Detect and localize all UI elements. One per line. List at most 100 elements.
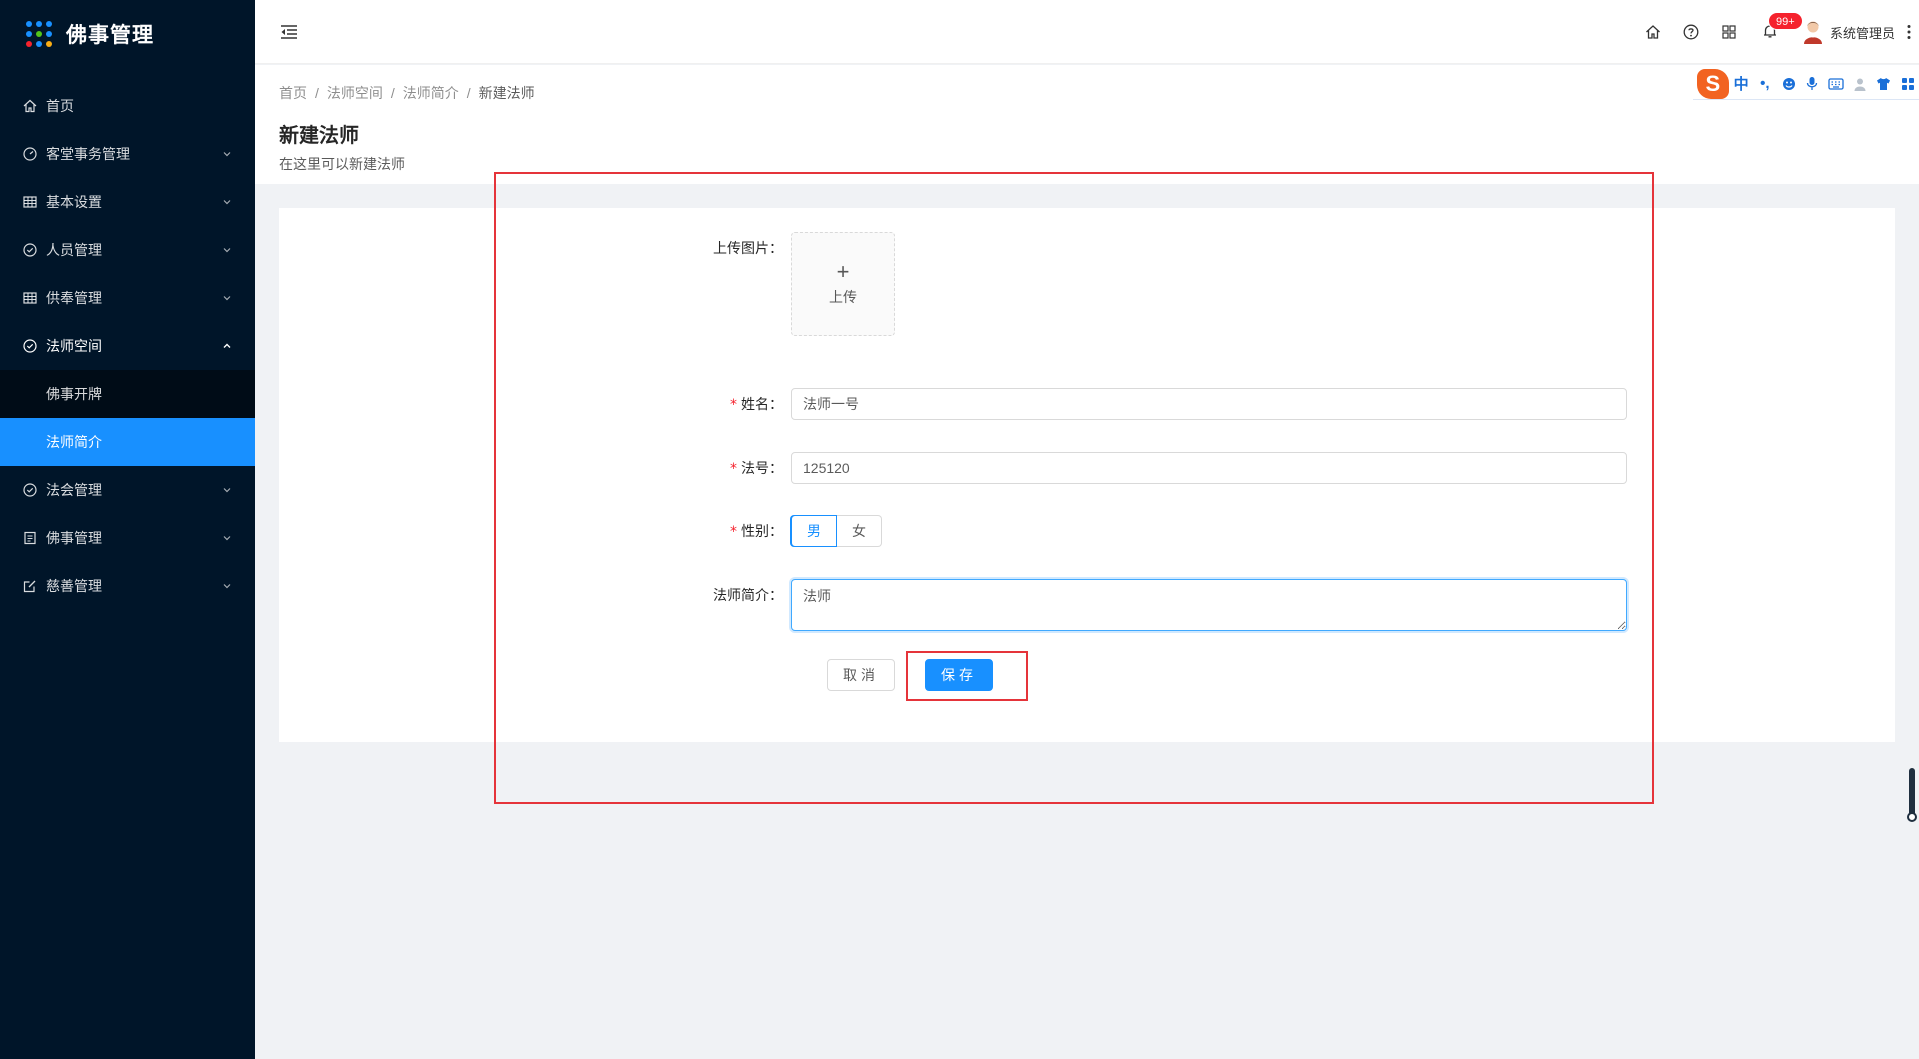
intro-label: 法师简介： <box>713 587 783 603</box>
sidebar-item-offerings[interactable]: 供奉管理 <box>0 274 255 322</box>
sidebar-subitem-master-intro[interactable]: 法师简介 <box>0 418 255 466</box>
chevron-down-icon <box>221 580 233 592</box>
keyboard-icon[interactable] <box>1825 72 1848 96</box>
gender-radio-male[interactable]: 男 <box>791 515 837 547</box>
upload-label: 上传图片： <box>713 240 783 256</box>
home-icon[interactable] <box>1634 0 1672 64</box>
user-name: 系统管理员 <box>1829 25 1895 41</box>
more-vertical-icon[interactable] <box>1899 0 1919 64</box>
logo-dot <box>46 21 52 27</box>
form-row-fahao: * 法号： <box>651 452 1627 485</box>
sidebar-item-dharma-assembly[interactable]: 法会管理 <box>0 466 255 514</box>
chevron-down-icon <box>221 292 233 304</box>
sidebar-menu: 首页 客堂事务管理 基本设置 人员管理 供奉管理 法师空间 佛事开牌 法师简介 … <box>0 82 255 610</box>
cancel-button[interactable]: 取消 <box>827 659 895 691</box>
appstore-icon[interactable] <box>1710 0 1748 64</box>
fahao-label: * 法号： <box>730 460 783 477</box>
name-label: * 姓名： <box>730 396 783 413</box>
breadcrumb-item-master-space[interactable]: 法师空间 <box>327 83 383 103</box>
dashboard-icon <box>22 146 38 162</box>
menu-fold-icon[interactable] <box>279 22 299 42</box>
profile-icon <box>22 530 38 546</box>
sidebar-item-basic-settings[interactable]: 基本设置 <box>0 178 255 226</box>
breadcrumb-separator: / <box>390 85 395 101</box>
page-header: 首页 / 法师空间 / 法师简介 / 新建法师 新建法师 在这里可以新建法师 <box>255 65 1919 184</box>
home-icon <box>22 98 38 114</box>
ime-toolbar: S 中 •, <box>1693 68 1919 100</box>
name-input[interactable] <box>791 388 1627 420</box>
page-title: 新建法师 <box>279 125 359 147</box>
sidebar-item-label: 佛事管理 <box>46 530 102 546</box>
table-icon <box>22 290 38 306</box>
user-icon[interactable] <box>1849 72 1872 96</box>
gender-radio-female[interactable]: 女 <box>837 515 882 547</box>
gender-radio-group: 男 女 <box>791 515 882 547</box>
plus-icon: + <box>836 259 850 284</box>
chevron-down-icon <box>221 196 233 208</box>
sidebar-item-home[interactable]: 首页 <box>0 82 255 130</box>
sidebar-item-label: 基本设置 <box>46 194 102 210</box>
logo-dot <box>26 41 32 47</box>
notification-button[interactable]: 99+ <box>1748 0 1803 64</box>
breadcrumb-item-home[interactable]: 首页 <box>279 83 307 103</box>
ime-punct-toggle[interactable]: •, <box>1753 72 1776 96</box>
save-button[interactable]: 保存 <box>925 659 993 691</box>
form-icon <box>22 578 38 594</box>
gender-label: * 性别： <box>730 523 783 540</box>
question-circle-icon[interactable] <box>1672 0 1710 64</box>
sidebar-item-label: 客堂事务管理 <box>46 146 130 162</box>
ime-lang-toggle[interactable]: 中 <box>1730 72 1753 96</box>
check-circle-icon <box>22 338 38 354</box>
sidebar-item-label: 人员管理 <box>46 242 102 258</box>
page-description: 在这里可以新建法师 <box>279 156 405 172</box>
scrollbar-handle[interactable] <box>1907 812 1917 822</box>
logo-dot <box>36 31 42 37</box>
sidebar-item-label: 佛事开牌 <box>46 386 102 402</box>
fahao-input[interactable] <box>791 452 1627 484</box>
top-header: 99+ 系统管理员 <box>255 0 1919 64</box>
logo-dot <box>26 21 32 27</box>
microphone-icon[interactable] <box>1801 72 1824 96</box>
user-menu[interactable]: 系统管理员 <box>1802 20 1895 44</box>
logo-dot <box>46 41 52 47</box>
upload-text: 上传 <box>829 289 857 305</box>
emoji-icon[interactable] <box>1777 72 1800 96</box>
sidebar-item-charity[interactable]: 慈善管理 <box>0 562 255 610</box>
sidebar-item-label: 供奉管理 <box>46 290 102 306</box>
intro-textarea[interactable]: 法师 <box>791 579 1627 631</box>
notification-badge: 99+ <box>1767 12 1803 30</box>
grid-logo-icon <box>26 21 52 47</box>
form-card: 上传图片： + 上传 *姓名： *法号： *性别： 男 女 法师简介： 法师 取… <box>279 208 1895 742</box>
header-actions: 99+ 系统管理员 <box>1634 0 1919 64</box>
breadcrumb-item-master-intro[interactable]: 法师简介 <box>403 83 459 103</box>
app-logo[interactable]: 佛事管理 <box>0 0 255 68</box>
sidebar-item-ritual-mgmt[interactable]: 佛事管理 <box>0 514 255 562</box>
sidebar-item-label: 首页 <box>46 98 74 114</box>
shirt-icon[interactable] <box>1872 72 1895 96</box>
chevron-down-icon <box>221 532 233 544</box>
sidebar-item-ketang[interactable]: 客堂事务管理 <box>0 130 255 178</box>
sidebar-submenu-master-space: 佛事开牌 法师简介 <box>0 370 255 466</box>
sidebar-item-label: 慈善管理 <box>46 578 102 594</box>
sidebar-item-label: 法会管理 <box>46 482 102 498</box>
breadcrumb-item-current: 新建法师 <box>478 85 535 101</box>
sidebar-subitem-ritual-open[interactable]: 佛事开牌 <box>0 370 255 418</box>
sidebar-item-personnel[interactable]: 人员管理 <box>0 226 255 274</box>
ime-logo[interactable]: S <box>1697 68 1729 99</box>
table-icon <box>22 194 38 210</box>
sidebar: 佛事管理 首页 客堂事务管理 基本设置 人员管理 供奉管理 法师空间 佛事开牌 … <box>0 0 255 1059</box>
logo-dot <box>26 31 32 37</box>
check-circle-icon <box>22 242 38 258</box>
logo-dot <box>36 41 42 47</box>
breadcrumb-separator: / <box>466 85 471 101</box>
breadcrumb: 首页 / 法师空间 / 法师简介 / 新建法师 <box>279 83 1895 103</box>
form-row-name: * 姓名： <box>651 388 1627 421</box>
sidebar-item-label: 法师空间 <box>46 338 102 354</box>
logo-dot <box>36 21 42 27</box>
chevron-down-icon <box>221 148 233 160</box>
image-upload-button[interactable]: + 上传 <box>791 232 895 336</box>
sidebar-item-master-space[interactable]: 法师空间 <box>0 322 255 370</box>
avatar <box>1802 20 1824 44</box>
form-row-intro: 法师简介： 法师 <box>651 579 1627 631</box>
grid-icon[interactable] <box>1896 72 1919 96</box>
